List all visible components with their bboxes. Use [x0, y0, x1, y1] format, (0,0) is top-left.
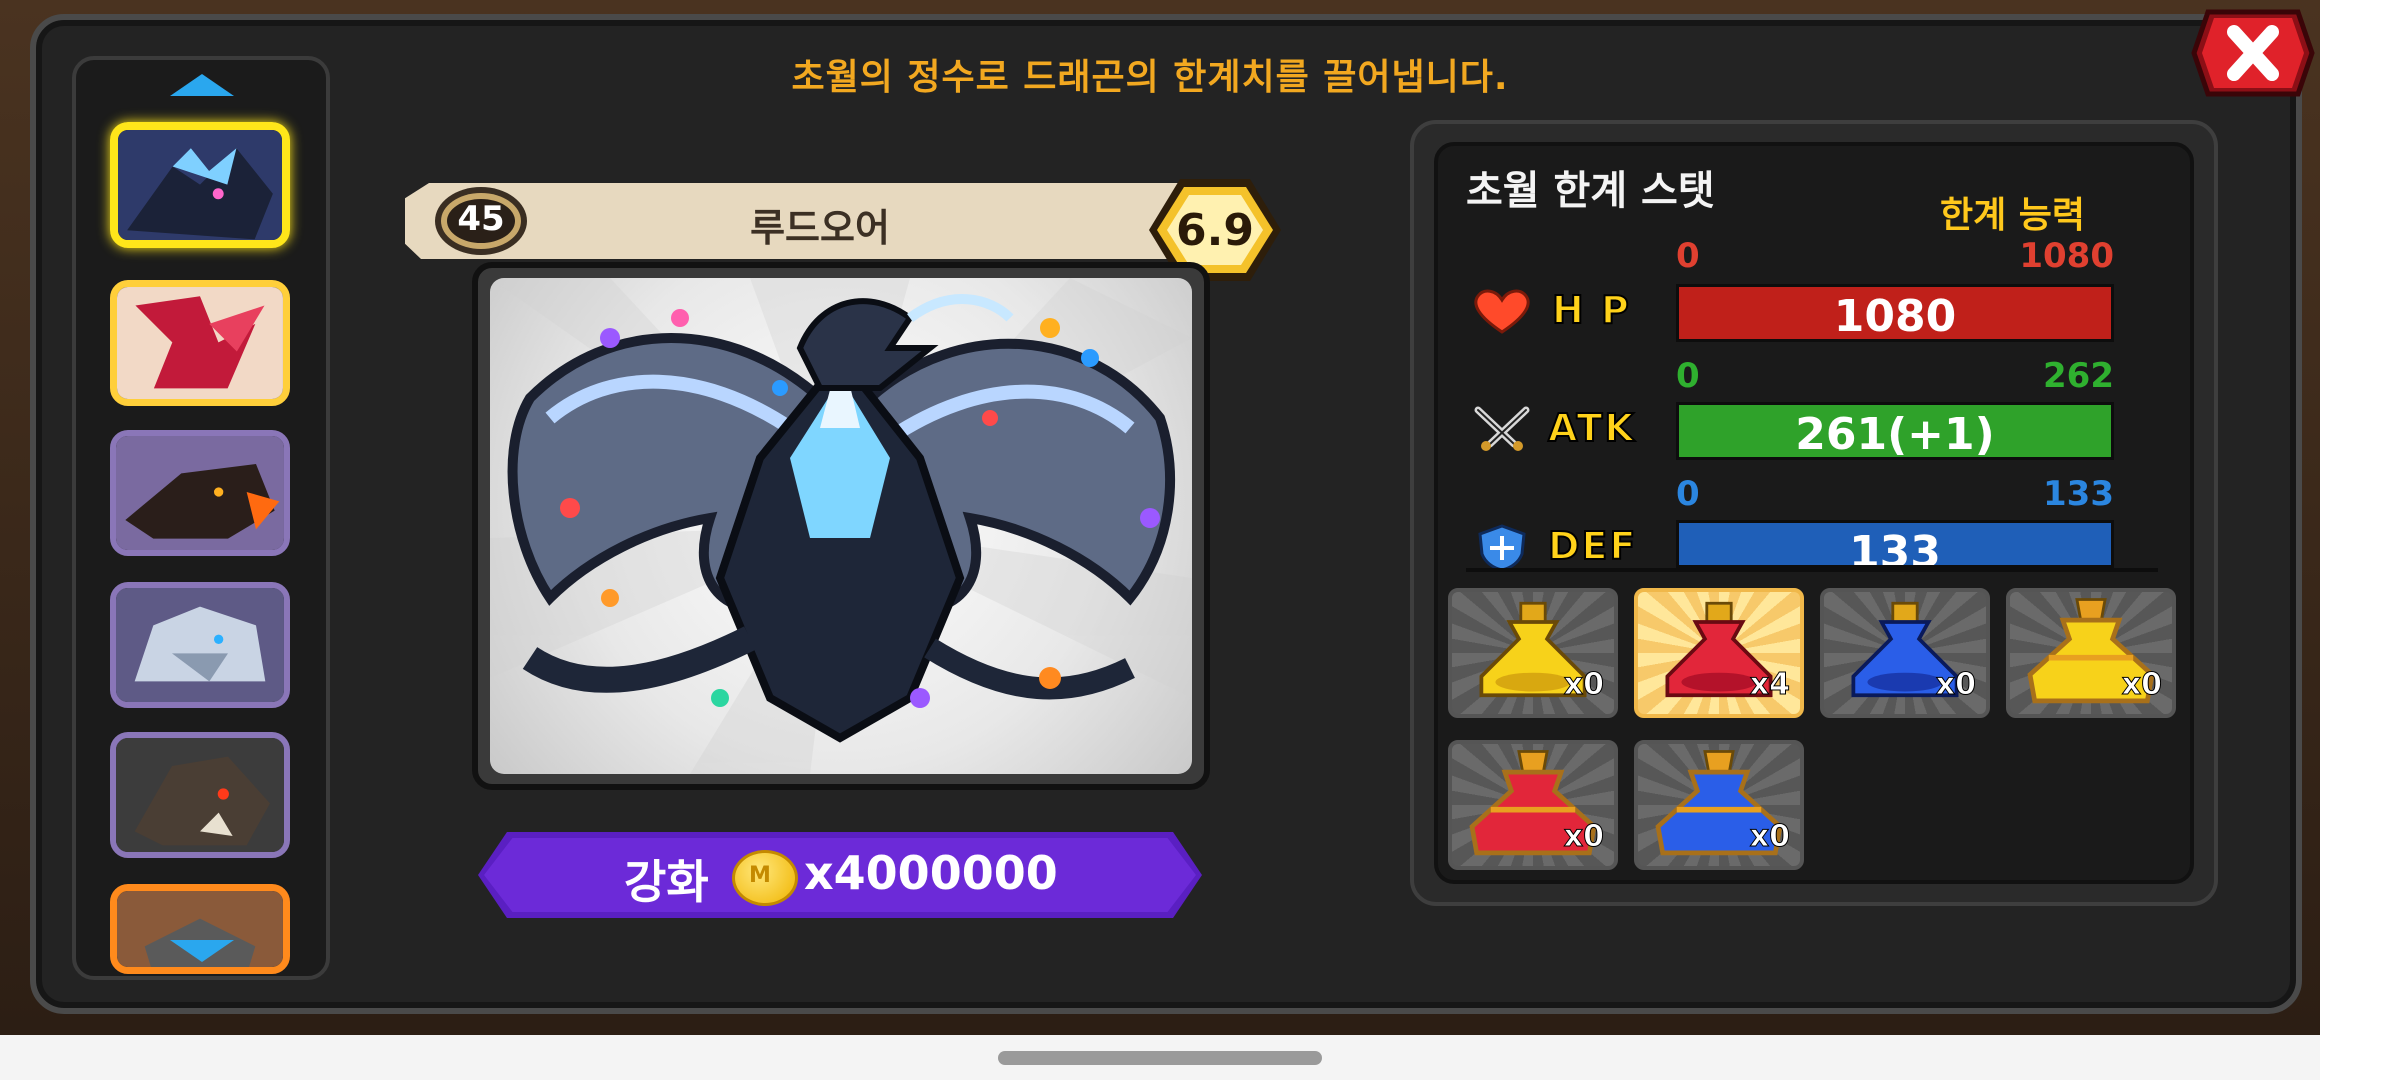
dragon-name: 루드오어 — [750, 206, 890, 250]
hp-min: 0 — [1676, 236, 1700, 276]
shield-icon — [1478, 524, 1526, 572]
dragon-portrait-icon — [117, 287, 283, 399]
close-icon — [2191, 9, 2315, 97]
atk-value: 261(+1) — [1795, 409, 1995, 460]
def-label: DEF — [1547, 523, 1638, 569]
dragon-grade: 6.9 — [1176, 205, 1254, 256]
dragon-portrait-icon — [116, 436, 284, 550]
def-min: 0 — [1676, 474, 1700, 514]
item-count: x4 — [1749, 667, 1790, 703]
dragon-thumbnail-3[interactable] — [110, 430, 290, 556]
dragon-portrait-icon — [116, 738, 284, 852]
atk-label: ATK — [1547, 405, 1636, 451]
home-indicator[interactable] — [998, 1051, 1322, 1065]
gold-coin-icon: M — [732, 850, 798, 906]
dragon-thumbnail-5[interactable] — [110, 732, 290, 858]
dragon-portrait-icon — [116, 588, 284, 702]
potion-slot-6[interactable]: x0 — [1634, 740, 1804, 870]
dragon-artwork-frame — [490, 278, 1192, 774]
upgrade-cost: x4000000 — [804, 846, 1058, 900]
dragon-card — [472, 262, 1210, 790]
item-count: x0 — [1935, 667, 1976, 703]
potion-slot-3[interactable]: x0 — [1820, 588, 1990, 718]
dragon-info-banner: 45 루드오어 6.9 — [405, 175, 1285, 281]
atk-max: 262 — [2043, 356, 2114, 396]
scroll-up-arrow-icon[interactable] — [170, 74, 234, 96]
upgrade-button[interactable]: 강화 M x4000000 — [478, 832, 1202, 918]
hp-label: H P — [1551, 287, 1631, 333]
hp-max: 1080 — [2019, 236, 2114, 276]
potion-slot-4[interactable]: x0 — [2006, 588, 2176, 718]
def-value: 133 — [1849, 527, 1941, 568]
atk-bar: 261(+1) — [1676, 402, 2114, 460]
item-count: x0 — [2121, 667, 2162, 703]
item-count: x0 — [1563, 667, 1604, 703]
item-count: x0 — [1563, 819, 1604, 855]
hp-value: 1080 — [1833, 291, 1957, 342]
potion-slot-1[interactable]: x0 — [1448, 588, 1618, 718]
item-count: x0 — [1749, 819, 1790, 855]
stats-panel-title: 초월 한계 스탯 — [1466, 168, 1715, 214]
screen-edge — [2320, 0, 2400, 1080]
potion-slot-5[interactable]: x0 — [1448, 740, 1618, 870]
limit-ability-label: 한계 능력 — [1940, 195, 2086, 236]
def-bar: 133 — [1676, 520, 2114, 568]
def-max: 133 — [2043, 474, 2114, 514]
upgrade-label: 강화 — [624, 855, 709, 909]
atk-min: 0 — [1676, 356, 1700, 396]
dialog-title: 초월의 정수로 드래곤의 한계치를 끌어냅니다. — [791, 57, 1509, 98]
dragon-artwork-icon — [490, 278, 1192, 774]
dragon-level: 45 — [457, 199, 505, 239]
dragon-portrait-icon — [118, 130, 282, 240]
dragon-thumbnail-4[interactable] — [110, 582, 290, 708]
potion-slot-2[interactable]: x4 — [1634, 588, 1804, 718]
crossed-swords-icon — [1474, 406, 1530, 451]
hp-bar: 1080 — [1676, 284, 2114, 342]
scroll-down-arrow-icon[interactable] — [170, 940, 234, 962]
dragon-thumbnail-2[interactable] — [110, 280, 290, 406]
stats-divider — [1466, 568, 2158, 572]
close-button[interactable] — [2190, 4, 2316, 102]
dragon-thumbnail-1[interactable] — [110, 122, 290, 248]
heart-icon — [1474, 289, 1530, 334]
